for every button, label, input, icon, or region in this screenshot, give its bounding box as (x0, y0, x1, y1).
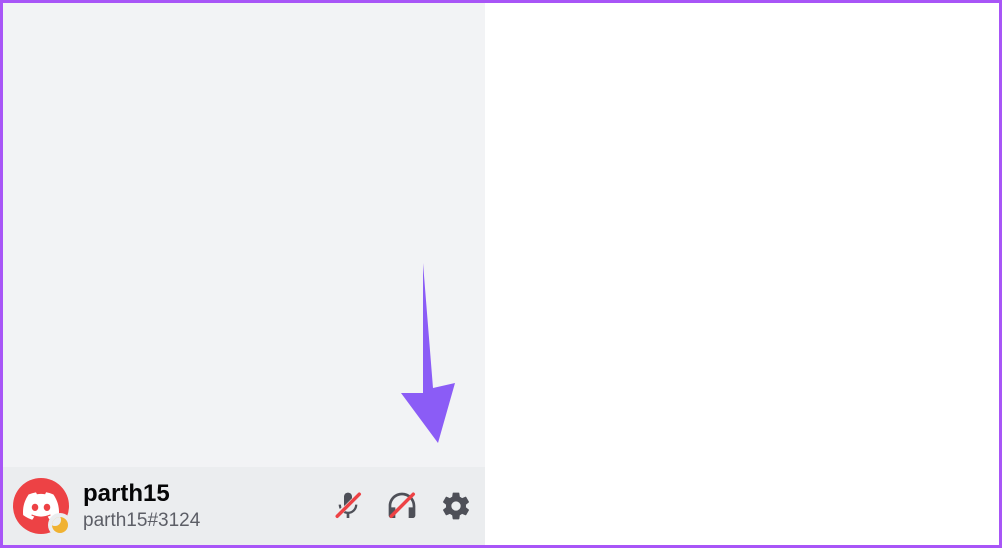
user-panel: parth15 parth15#3124 (3, 467, 485, 545)
headphones-deafened-icon (386, 490, 418, 522)
mute-button[interactable] (331, 489, 365, 523)
gear-icon (440, 490, 472, 522)
user-tag: parth15#3124 (83, 510, 200, 532)
deafen-button[interactable] (385, 489, 419, 523)
username: parth15 (83, 480, 200, 508)
settings-button[interactable] (439, 489, 473, 523)
sidebar-panel (3, 3, 485, 545)
user-info[interactable]: parth15 parth15#3124 (83, 480, 200, 531)
avatar[interactable] (13, 478, 69, 534)
user-controls (331, 489, 473, 523)
mic-muted-icon (332, 490, 364, 522)
main-content-area (488, 3, 999, 545)
idle-status-icon (48, 513, 72, 537)
